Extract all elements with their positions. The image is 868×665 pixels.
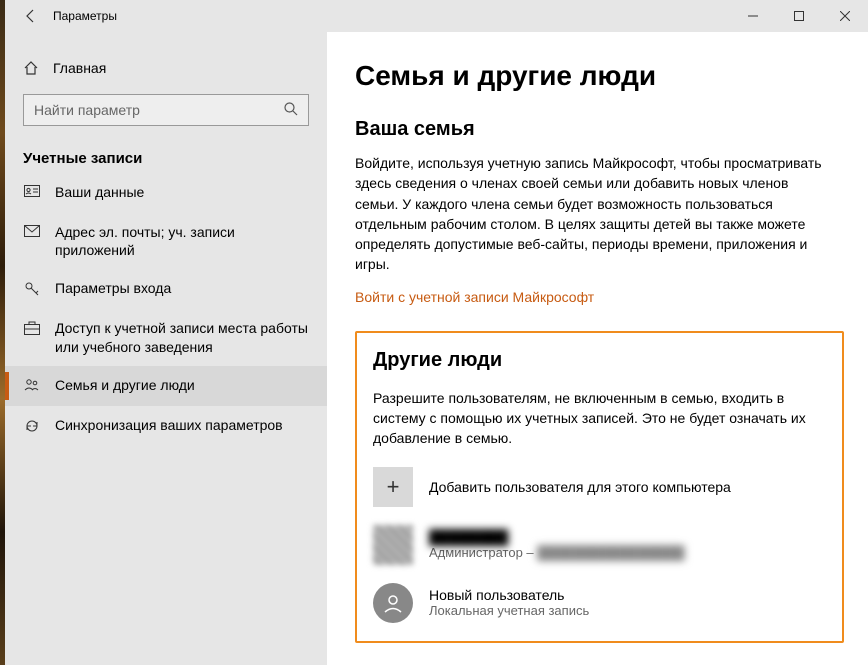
nav-label: Параметры входа [55, 279, 309, 297]
others-body: Разрешите пользователям, не включенным в… [373, 388, 826, 449]
maximize-button[interactable] [776, 0, 822, 32]
family-body: Войдите, используя учетную запись Майкро… [355, 153, 835, 275]
avatar-icon [373, 583, 413, 623]
search-input[interactable] [23, 94, 309, 126]
nav-item-email-accounts[interactable]: Адрес эл. почты; уч. записи приложений [5, 213, 327, 269]
settings-window: Параметры Главная Учетные записи [5, 0, 868, 665]
home-nav[interactable]: Главная [5, 50, 327, 86]
nav-item-sync[interactable]: Синхронизация ваших параметров [5, 406, 327, 446]
home-label: Главная [53, 60, 106, 76]
section-title: Учетные записи [23, 150, 327, 167]
home-icon [23, 60, 39, 76]
user-name: Новый пользователь [429, 587, 589, 603]
titlebar: Параметры [5, 0, 868, 32]
family-heading: Ваша семья [355, 118, 844, 141]
nav-label: Адрес эл. почты; уч. записи приложений [55, 223, 309, 259]
nav-item-your-info[interactable]: Ваши данные [5, 173, 327, 213]
user-sub: Администратор – ████████████████ [429, 545, 685, 560]
page-title: Семья и другие люди [355, 60, 844, 92]
search-icon [283, 101, 299, 117]
sync-icon [23, 418, 41, 434]
nav-label: Ваши данные [55, 183, 309, 201]
key-icon [23, 281, 41, 297]
people-icon [23, 378, 41, 392]
content-pane: Семья и другие люди Ваша семья Войдите, … [327, 32, 868, 665]
user-row-local[interactable]: Новый пользователь Локальная учетная зап… [373, 583, 826, 623]
add-user-row[interactable]: + Добавить пользователя для этого компью… [373, 467, 826, 507]
nav-item-work-access[interactable]: Доступ к учетной записи места работы или… [5, 309, 327, 365]
sidebar: Главная Учетные записи Ваши данные Адрес… [5, 32, 327, 665]
others-section: Другие люди Разрешите пользователям, не … [355, 331, 844, 643]
user-sub: Локальная учетная запись [429, 603, 589, 618]
scrollbar[interactable] [852, 32, 868, 665]
minimize-button[interactable] [730, 0, 776, 32]
plus-icon: + [373, 467, 413, 507]
user-name-blurred: ████████ [429, 529, 685, 545]
signin-link[interactable]: Войти с учетной записи Майкрософт [355, 289, 594, 305]
others-heading: Другие люди [373, 349, 826, 372]
back-button[interactable] [17, 2, 45, 30]
desktop-wallpaper-strip [0, 0, 5, 665]
nav-label: Доступ к учетной записи места работы или… [55, 319, 309, 355]
nav-label: Семья и другие люди [55, 376, 309, 394]
avatar-blurred [373, 525, 413, 565]
nav-item-family[interactable]: Семья и другие люди [5, 366, 327, 406]
window-controls [730, 0, 868, 32]
user-row-admin[interactable]: ████████ Администратор – ███████████████… [373, 525, 826, 565]
nav-item-signin-options[interactable]: Параметры входа [5, 269, 327, 309]
add-user-label: Добавить пользователя для этого компьюте… [429, 479, 731, 495]
person-card-icon [23, 185, 41, 199]
nav-label: Синхронизация ваших параметров [55, 416, 309, 434]
window-title: Параметры [53, 9, 117, 23]
briefcase-icon [23, 321, 41, 335]
mail-icon [23, 225, 41, 237]
close-button[interactable] [822, 0, 868, 32]
nav-list: Ваши данные Адрес эл. почты; уч. записи … [5, 173, 327, 446]
